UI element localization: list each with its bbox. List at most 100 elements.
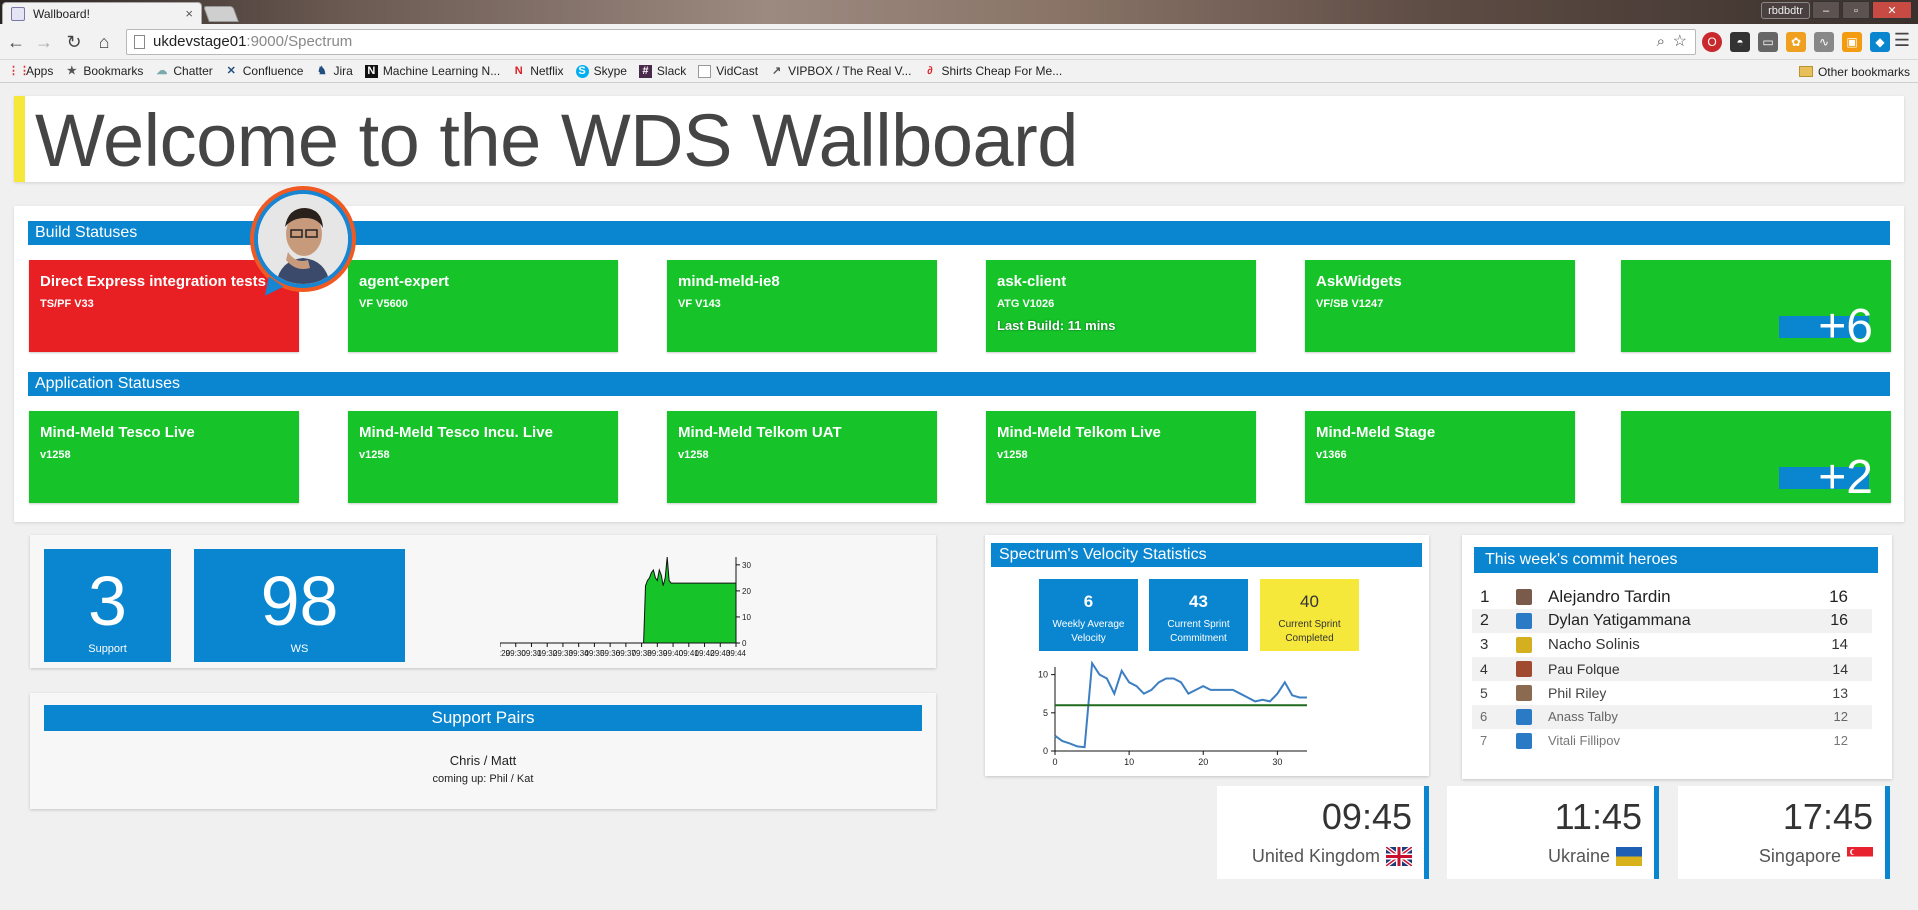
browser-tab[interactable]: Wallboard! ×	[2, 2, 202, 24]
slack-icon: #	[638, 64, 652, 78]
y-tick-label: 0	[742, 639, 747, 648]
x-tick-label: 30	[1272, 757, 1282, 767]
last-build-time: Last Build: 11 mins	[997, 318, 1116, 333]
tab-close-icon[interactable]: ×	[185, 6, 193, 21]
hero-commit-count: 14	[1832, 661, 1848, 677]
bookmark-bookmarks[interactable]: ★ Bookmarks	[65, 64, 143, 78]
build-tile[interactable]: AskWidgets VF/SB V1247	[1305, 260, 1575, 352]
home-icon[interactable]: ⌂	[92, 30, 116, 54]
hero-rank: 5	[1480, 685, 1488, 701]
close-window-button[interactable]: ✕	[1872, 1, 1912, 19]
app-tile[interactable]: Mind-Meld Telkom Live v1258	[986, 411, 1256, 503]
bookmark-machine-learning[interactable]: N Machine Learning N...	[364, 64, 500, 78]
uk-flag-icon	[1386, 847, 1412, 866]
app-tile[interactable]: Mind-Meld Stage v1366	[1305, 411, 1575, 503]
hero-commit-count: 16	[1830, 612, 1848, 629]
clock-country: United Kingdom	[1251, 846, 1380, 866]
y-tick-label: 10	[742, 613, 751, 622]
next-support-pair: coming up: Phil / Kat	[432, 773, 534, 785]
more-apps-count: +2	[1818, 451, 1873, 504]
jira-icon: ♞	[317, 64, 327, 77]
app-tile[interactable]: Mind-Meld Tesco Live v1258	[29, 411, 299, 503]
app-tile[interactable]: Mind-Meld Telkom UAT v1258	[667, 411, 937, 503]
other-bookmarks[interactable]: Other bookmarks	[1798, 60, 1910, 83]
blue-ext-icon[interactable]: ◆	[1870, 32, 1890, 52]
build-tile[interactable]: mind-meld-ie8 VF V143	[667, 260, 937, 352]
address-bar[interactable]: ukdevstage01:9000/Spectrum ⌕ ☆	[126, 29, 1696, 55]
support-counters-card: 3 Support 98 WS 010203009:2909:3009:3109…	[30, 535, 936, 668]
bookmark-vipbox[interactable]: ↗ VIPBOX / The Real V...	[770, 64, 912, 78]
vipbox-icon: ↗	[771, 64, 782, 77]
bookmark-star-icon[interactable]: ☆	[1673, 30, 1687, 54]
avatar-ring	[254, 190, 352, 288]
hero-name: Pau Folque	[1548, 661, 1620, 677]
incognito-ext-icon[interactable]: ◓	[1730, 32, 1750, 52]
forward-arrow-icon[interactable]: →	[32, 30, 56, 54]
app-more-tile[interactable]: +2	[1621, 411, 1891, 503]
hero-row: 6 Anass Talby 12	[1472, 705, 1872, 729]
build-tile[interactable]: agent-expert VF V5600	[348, 260, 618, 352]
zoom-icon[interactable]: ⌕	[1657, 30, 1665, 54]
hero-avatar	[1516, 637, 1532, 653]
maximize-button[interactable]: ▫	[1842, 1, 1870, 19]
counter-label: Support	[88, 643, 127, 655]
cast-icon[interactable]: ▭	[1758, 32, 1778, 52]
build-name: Direct Express integration tests	[40, 273, 266, 290]
pulse-ext-icon[interactable]: ∿	[1814, 32, 1834, 52]
bookmark-apps[interactable]: ⋮⋮ Apps	[8, 64, 53, 78]
stat-value: 40	[1300, 592, 1319, 611]
stat-label: Current Sprint Commitment	[1167, 619, 1230, 644]
build-more-tile[interactable]: +6	[1621, 260, 1891, 352]
area-series	[500, 556, 737, 644]
singapore-flag-icon	[1847, 847, 1873, 866]
new-tab-button[interactable]	[203, 6, 239, 22]
back-arrow-icon[interactable]: ←	[4, 30, 28, 54]
velocity-line-chart: 0 5 10 0 10 20 30	[1038, 661, 1307, 767]
hero-name: Dylan Yatigammana	[1548, 612, 1691, 629]
bookmark-chatter[interactable]: ☁ Chatter	[155, 64, 212, 78]
build-version: VF V5600	[359, 298, 408, 310]
n-logo-icon: N	[364, 64, 378, 78]
bookmark-jira[interactable]: ♞ Jira	[315, 64, 353, 78]
clock-singapore: 17:45 Singapore	[1678, 786, 1890, 879]
hero-default-avatar-icon	[1516, 613, 1532, 629]
velocity-title: Spectrum's Velocity Statistics	[991, 543, 1422, 567]
x-tick-label: 10	[1124, 757, 1134, 767]
clock-time: 11:45	[1554, 796, 1642, 837]
app-name: Mind-Meld Tesco Live	[40, 424, 195, 441]
stat-value: 6	[1083, 592, 1094, 611]
confluence-icon: ✕	[226, 64, 236, 77]
app-tile[interactable]: Mind-Meld Tesco Incu. Live v1258	[348, 411, 618, 503]
hero-name: Phil Riley	[1548, 685, 1607, 701]
build-tile[interactable]: ask-client ATG V1026 Last Build: 11 mins	[986, 260, 1256, 352]
browser-toolbar: ← → ↻ ⌂ ukdevstage01:9000/Spectrum ⌕ ☆ O…	[0, 24, 1918, 60]
url-path: :9000/Spectrum	[246, 33, 353, 50]
bookmark-shirts[interactable]: ∂ Shirts Cheap For Me...	[923, 64, 1062, 78]
clock-country: Singapore	[1758, 846, 1841, 866]
bookmark-slack[interactable]: # Slack	[638, 64, 686, 78]
profile-button[interactable]: rbdbdtr	[1761, 2, 1810, 19]
bookmark-vidcast[interactable]: VidCast	[698, 64, 758, 78]
build-name: agent-expert	[359, 273, 450, 290]
browser-menu-icon[interactable]: ☰	[1894, 30, 1910, 51]
bookmark-skype[interactable]: S Skype	[575, 64, 627, 78]
orange-ext-icon[interactable]: ▣	[1842, 32, 1862, 52]
skype-icon: S	[575, 64, 589, 78]
hero-row: 4 Pau Folque 14	[1472, 657, 1872, 681]
hero-rank: 6	[1480, 709, 1488, 724]
gift-ext-icon[interactable]: ✿	[1786, 32, 1806, 52]
clock-time: 17:45	[1782, 796, 1873, 837]
reload-icon[interactable]: ↻	[62, 30, 86, 54]
opera-ext-icon[interactable]: O	[1702, 32, 1722, 52]
page-info-icon	[134, 35, 145, 49]
stat-label: Weekly Average Velocity	[1052, 619, 1125, 644]
minimize-button[interactable]: –	[1812, 1, 1840, 19]
y-tick-label: 20	[742, 587, 751, 596]
clock-country: Ukraine	[1547, 846, 1610, 866]
x-tick-label: 0	[1052, 757, 1057, 767]
build-tile[interactable]: Direct Express integration tests TS/PF V…	[29, 260, 299, 352]
commit-heroes-card: This week's commit heroes 1 Alejandro Ta…	[1462, 535, 1892, 779]
tab-title: Wallboard!	[33, 6, 90, 21]
bookmark-confluence[interactable]: ✕ Confluence	[225, 64, 304, 78]
bookmark-netflix[interactable]: N Netflix	[512, 64, 564, 78]
